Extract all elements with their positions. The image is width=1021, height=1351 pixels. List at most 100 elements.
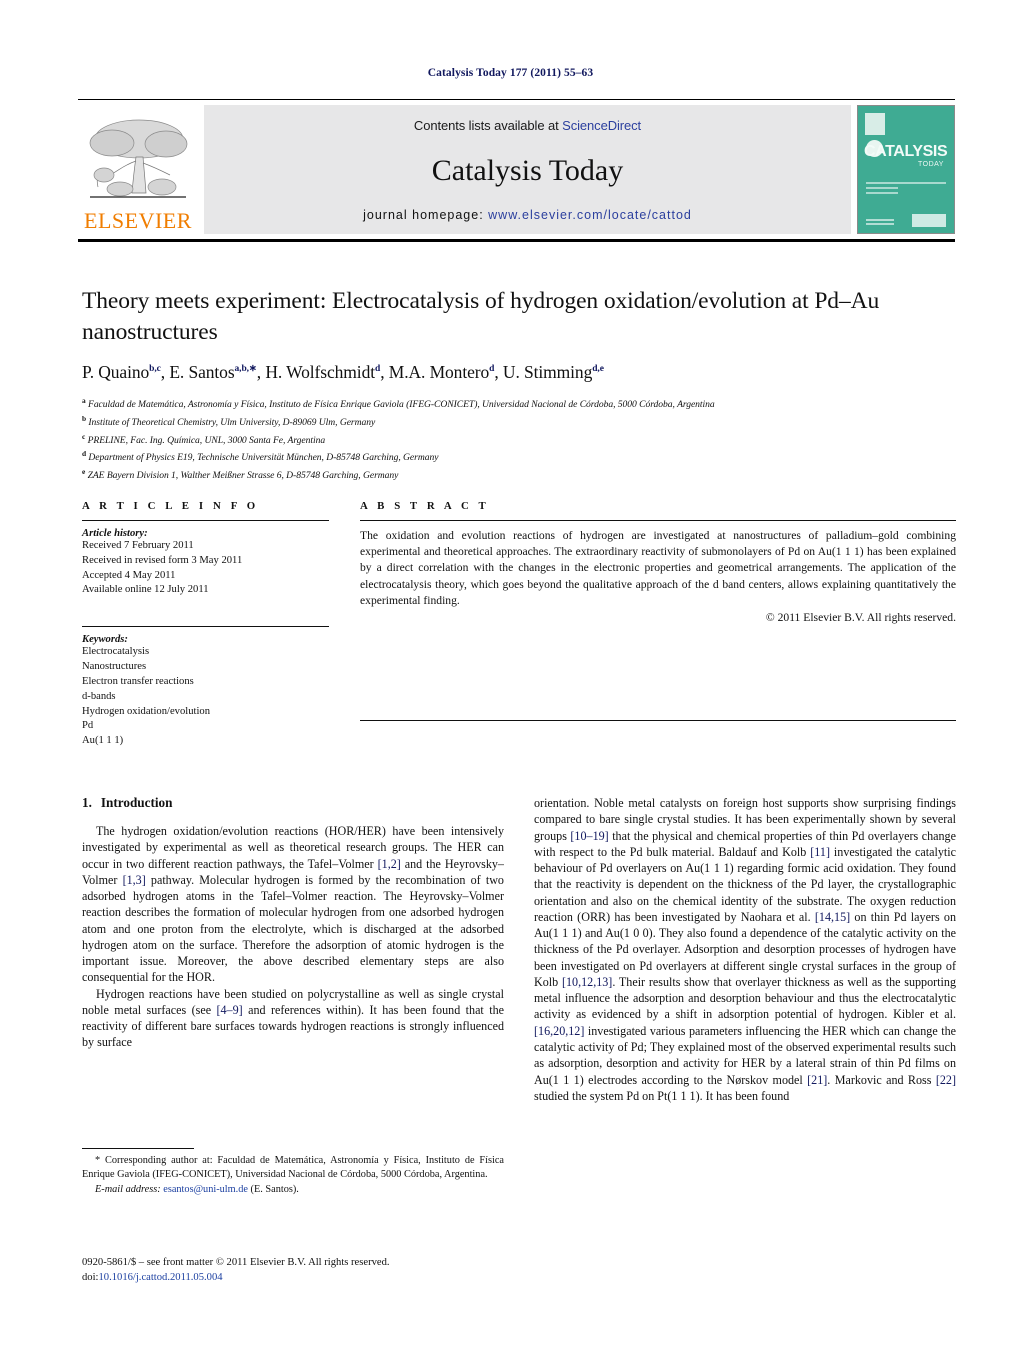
body-left-column: 1. Introduction The hydrogen oxidation/ev… [82,795,504,1104]
cover-elsevier-mark [865,113,885,135]
cover-sciencedirect-badge [912,214,946,227]
body-columns: 1. Introduction The hydrogen oxidation/ev… [82,795,956,1104]
doi-link[interactable]: 10.1016/j.cattod.2011.05.004 [98,1272,222,1283]
elsevier-tree-icon [89,119,188,198]
keyword-item: Hydrogen oxidation/evolution [82,705,210,717]
affiliation-list: a Faculdad de Matemática, Astronomía y F… [82,395,956,484]
homepage-prefix: journal homepage: [363,208,484,222]
sciencedirect-link[interactable]: ScienceDirect [562,118,641,133]
affiliation-marker: e [82,467,86,477]
citation-reference[interactable]: [1,2] [378,857,401,871]
article-info-heading: A R T I C L E I N F O [82,500,259,512]
footnote-block: * Corresponding author at: Faculdad de M… [82,1148,504,1197]
elsevier-logo: ELSEVIER [78,105,198,234]
affiliation-marker: d [82,449,87,459]
abstract-heading: A B S T R A C T [360,500,490,512]
author-affiliation-marker: b,c [149,364,161,375]
citation-reference[interactable]: [1,3] [123,873,146,887]
footnote-rule [82,1148,194,1149]
citation-reference[interactable]: [14,15] [815,910,850,924]
citation-reference[interactable]: [10–19] [570,829,608,843]
journal-title: Catalysis Today [431,153,624,187]
article-history-item: Available online 12 July 2011 [82,584,209,596]
elsevier-wordmark: ELSEVIER [84,208,192,233]
keyword-item: Au(1 1 1) [82,735,124,747]
contents-available-line: Contents lists available at ScienceDirec… [414,118,641,133]
section-number: 1. [82,795,92,810]
citation-reference[interactable]: [4–9] [216,1003,242,1017]
section-title-text: Introduction [100,795,173,810]
masthead-bottom-rule [78,239,955,242]
citation-reference[interactable]: [16,20,12] [534,1024,584,1038]
affiliation-marker: a [82,396,86,406]
keywords-block: Keywords: Electrocatalysis Nanostructures… [82,626,329,749]
article-title: Theory meets experiment: Electrocatalysi… [82,288,880,345]
body-column-gap [504,795,534,1104]
abstract-rule [360,520,956,521]
author-name: U. Stimming [502,362,593,383]
citation-reference[interactable]: [22] [936,1073,956,1087]
citation-reference[interactable]: [11] [810,845,830,859]
body-paragraph: Hydrogen reactions have been studied on … [82,986,504,1050]
citation-reference[interactable]: [21] [807,1073,827,1087]
affiliation-marker: b [82,413,87,423]
paper-page: Catalysis Today 177 (2011) 55–63 ELSEVIE… [0,0,1021,1351]
email-owner: (E. Santos). [250,1183,299,1195]
issn-doi-block: 0920-5861/$ – see front matter © 2011 El… [82,1255,522,1286]
issn-line: 0920-5861/$ – see front matter © 2011 El… [82,1257,390,1268]
body-right-column: orientation. Noble metal catalysts on fo… [534,795,956,1104]
affiliation-marker: c [82,431,86,441]
citation-reference[interactable]: [10,12,13] [562,975,612,989]
info-abstract-block: A R T I C L E I N F O Article history: R… [82,500,956,749]
corresponding-author-note: * Corresponding author at: Faculdad de M… [82,1155,504,1181]
author-name: H. Wolfschmidt [265,362,375,383]
affiliation-item: d Department of Physics E19, Technische … [82,449,439,464]
author-name: E. Santos [169,362,235,383]
cover-subtitle-text: TODAY [918,161,944,168]
contents-prefix: Contents lists available at [413,118,563,133]
abstract-copyright: © 2011 Elsevier B.V. All rights reserved… [765,611,956,625]
article-info-column: A R T I C L E I N F O Article history: R… [82,500,329,749]
right-column-paragraphs: orientation. Noble metal catalysts on fo… [534,795,956,1104]
email-link[interactable]: esantos@uni-ulm.de [163,1184,248,1195]
article-history-item: Received in revised form 3 May 2011 [82,554,243,566]
title-block: Theory meets experiment: Electrocatalysi… [82,286,956,484]
author-affiliation-marker: d [375,364,381,375]
affiliation-item: a Faculdad de Matemática, Astronomía y F… [82,396,715,411]
article-info-rule [82,520,329,521]
doi-line: doi:10.1016/j.cattod.2011.05.004 [82,1270,522,1285]
affiliation-item: b Institute of Theoretical Chemistry, Ul… [82,413,376,429]
author-list: P. Quainob,c, E. Santosa,b,∗, H. Wolfsch… [82,362,604,383]
keywords-rule [82,626,329,628]
masthead-center: Contents lists available at ScienceDirec… [204,105,851,234]
masthead-top-rule [78,99,955,100]
author-name: M.A. Montero [388,362,490,383]
author-name: P. Quaino [82,362,150,383]
section-heading-introduction: 1. Introduction [82,795,504,811]
running-head: Catalysis Today 177 (2011) 55–63 [427,67,594,79]
keywords-lines: Electrocatalysis Nanostructures Electron t… [82,645,329,749]
affiliation-item: c PRELINE, Fac. Ing. Química, UNL, 3000 … [82,431,326,446]
keyword-item: d-bands [82,690,116,702]
body-paragraph: orientation. Noble metal catalysts on fo… [534,796,956,1103]
abstract-text: The oxidation and evolution reactions of… [360,529,956,607]
author-affiliation-marker: d [489,364,495,375]
article-history-label: Article history: [82,528,148,539]
body-paragraph: The hydrogen oxidation/evolution reactio… [82,824,504,985]
abstract-bottom-rule [360,720,956,722]
keyword-item: Electrocatalysis [82,646,150,658]
abstract-column: A B S T R A C T The oxidation and evolut… [360,500,956,749]
keyword-item: Electron transfer reactions [82,675,194,687]
doi-label: doi: [82,1272,99,1284]
article-history-item: Received 7 February 2011 [82,540,194,551]
homepage-url-link[interactable]: www.elsevier.com/locate/cattod [488,208,692,222]
column-gap [329,500,360,749]
article-history-lines: Received 7 February 2011 Received in revi… [82,539,329,598]
author-affiliation-marker: d,e [592,364,604,375]
keywords-label: Keywords: [82,634,128,646]
keyword-item: Pd [82,720,94,732]
journal-masthead: ELSEVIER Contents lists available at Sci… [78,99,955,242]
cover-title-text: CATALYSIS [864,143,948,160]
keyword-item: Nanostructures [82,661,147,673]
journal-cover-thumbnail: CATALYSIS TODAY [857,105,955,234]
